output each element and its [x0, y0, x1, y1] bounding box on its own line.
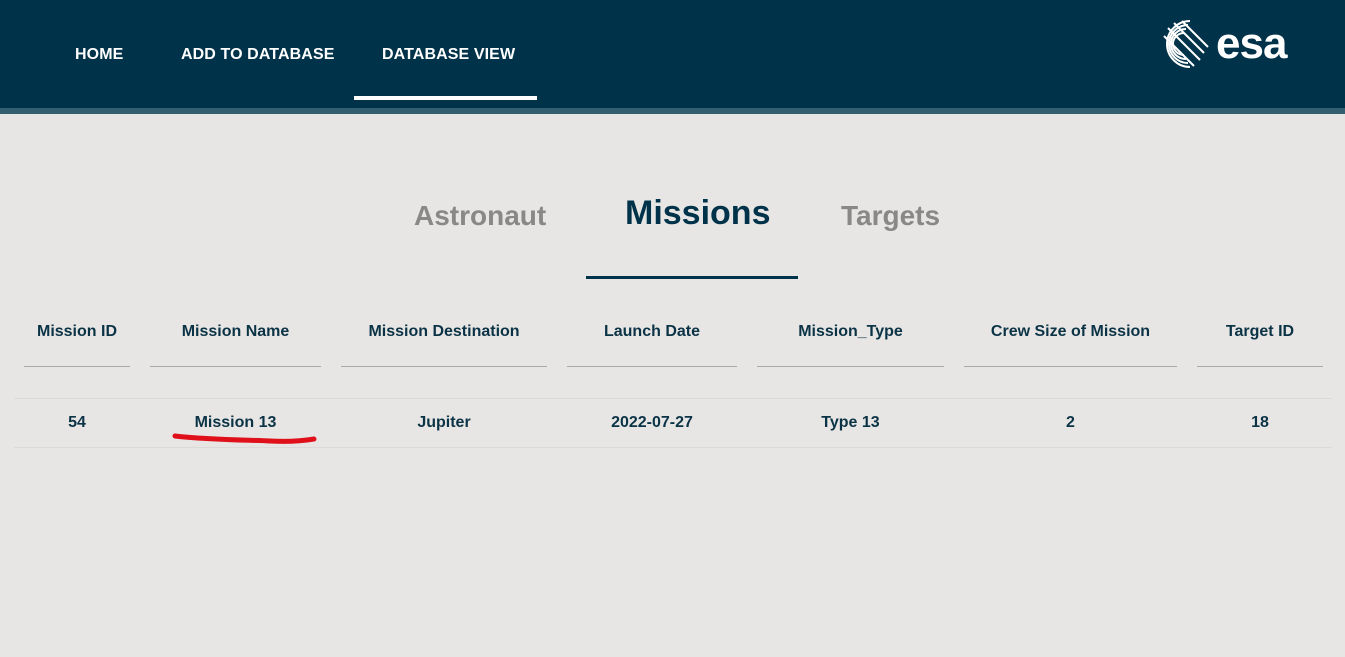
esa-logo-text: esa — [1216, 19, 1287, 68]
header-mission-name: Mission Name — [181, 323, 290, 340]
red-underline-annotation — [172, 433, 317, 444]
header-launch-date: Launch Date — [603, 323, 700, 340]
tab-astronaut[interactable]: Astronaut — [414, 196, 546, 236]
header-divider — [150, 366, 321, 367]
header-divider — [757, 366, 944, 367]
header-divider — [341, 366, 547, 367]
cell-mission-id: 54 — [68, 414, 86, 431]
cell-crew-size: 2 — [1066, 414, 1075, 431]
esa-logo[interactable]: esa — [1160, 18, 1305, 70]
header-target-id: Target ID — [1225, 323, 1295, 340]
header-crew-size: Crew Size of Mission — [990, 323, 1151, 340]
cell-mission-type: Type 13 — [821, 414, 880, 431]
navbar-bottom-stripe — [0, 108, 1345, 114]
header-mission-id: Mission ID — [36, 323, 117, 340]
esa-logo-icon — [1163, 20, 1209, 68]
cell-mission-destination: Jupiter — [417, 414, 471, 431]
tab-missions[interactable]: Missions — [625, 193, 770, 233]
header-mission-type: Mission_Type — [798, 323, 903, 340]
header-divider — [567, 366, 737, 367]
nav-database-view[interactable]: DATABASE VIEW — [382, 44, 515, 66]
nav-add-to-database[interactable]: ADD TO DATABASE — [181, 44, 335, 66]
header-divider — [1197, 366, 1323, 367]
cell-launch-date: 2022-07-27 — [611, 414, 693, 431]
nav-home[interactable]: HOME — [75, 44, 123, 66]
header-mission-destination: Mission Destination — [368, 323, 520, 340]
table-row-top-border — [14, 398, 1332, 399]
tab-active-indicator — [586, 276, 798, 279]
header-divider — [24, 366, 130, 367]
nav-active-indicator — [354, 96, 537, 100]
header-divider — [964, 366, 1177, 367]
tab-targets[interactable]: Targets — [841, 196, 940, 236]
cell-target-id: 18 — [1251, 414, 1269, 431]
